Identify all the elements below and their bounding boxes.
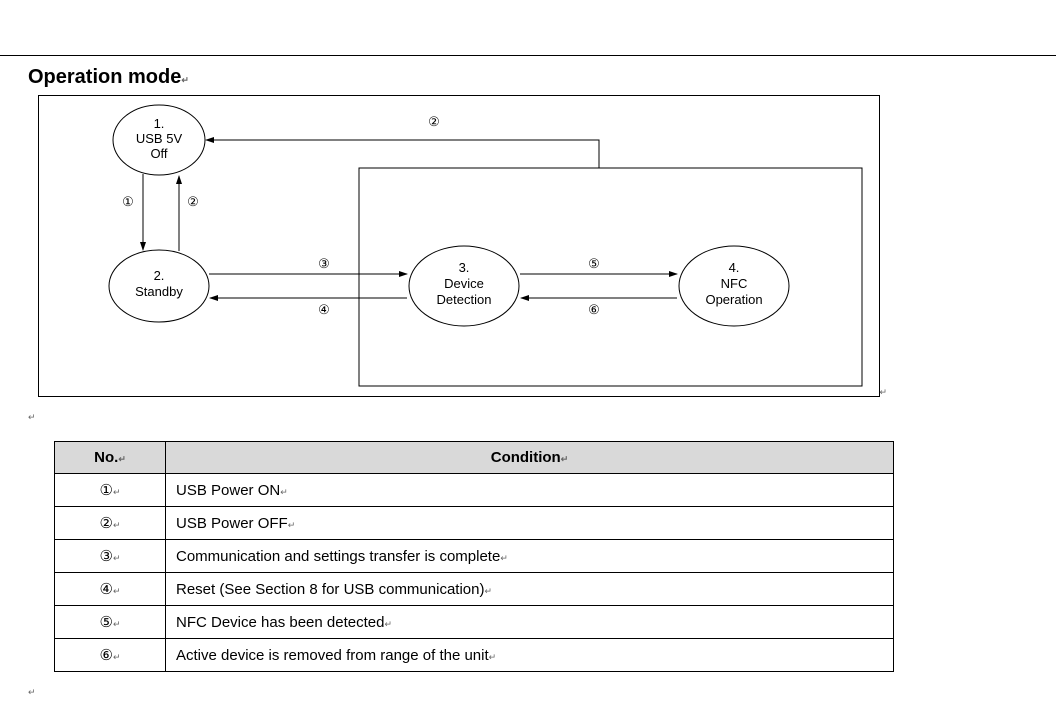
svg-text:⑤: ⑤ (588, 256, 600, 271)
node4-line1: 4. (729, 260, 740, 275)
page-content: Operation mode↵ 1. USB 5V Off 2. Standby… (0, 56, 1056, 708)
node3-line3: Detection (437, 292, 492, 307)
table-row: ③↵ Communication and settings transfer i… (55, 540, 894, 573)
row-no: ⑤ (100, 614, 113, 631)
svg-text:Off: Off (150, 146, 167, 161)
node2-line1: 2. (154, 268, 165, 283)
row-no: ④ (100, 581, 113, 598)
node3-line1: 3. (459, 260, 470, 275)
edge-label-2a: ② (187, 194, 199, 209)
svg-text:2.: 2. (154, 268, 165, 283)
carriage-return-mark: ↵ (113, 520, 121, 530)
svg-text:Detection: Detection (437, 292, 492, 307)
row-cond: USB Power ON (176, 482, 280, 499)
carriage-return-mark: ↵ (113, 487, 121, 497)
svg-text:①: ① (122, 194, 134, 209)
svg-text:③: ③ (318, 256, 330, 271)
carriage-return-mark: ↵ (384, 619, 392, 629)
carriage-return-mark: ↵ (113, 553, 121, 563)
carriage-return-mark: ↵ (500, 553, 508, 563)
edge-label-6: ⑥ (588, 302, 600, 317)
svg-text:Device: Device (444, 276, 484, 291)
header-condition: Condition (491, 449, 561, 466)
carriage-return-mark: ↵ (280, 487, 288, 497)
edge-label-3: ③ (318, 256, 330, 271)
carriage-return-mark: ↵ (879, 387, 887, 398)
row-no: ① (100, 482, 113, 499)
state-diagram: 1. USB 5V Off 2. Standby 3. Device Detec… (38, 95, 880, 397)
carriage-return-mark: ↵ (113, 619, 121, 629)
carriage-return-mark: ↵ (181, 75, 189, 85)
carriage-return-mark: ↵ (561, 454, 569, 464)
svg-text:NFC: NFC (721, 276, 748, 291)
edge-label-4: ④ (318, 302, 330, 317)
carriage-return-mark: ↵ (113, 652, 121, 662)
row-cond: Communication and settings transfer is c… (176, 548, 500, 565)
svg-text:3.: 3. (459, 260, 470, 275)
row-cond: NFC Device has been detected (176, 614, 384, 631)
carriage-return-mark: ↵ (113, 586, 121, 596)
carriage-return-mark: ↵ (118, 454, 126, 464)
edge-label-5: ⑤ (588, 256, 600, 271)
row-cond: Reset (See Section 8 for USB communicati… (176, 581, 484, 598)
svg-text:②: ② (187, 194, 199, 209)
table-row: ⑤↵ NFC Device has been detected↵ (55, 606, 894, 639)
header-no: No. (94, 449, 118, 466)
table-row: ⑥↵ Active device is removed from range o… (55, 639, 894, 672)
node1-line2: USB 5V (136, 131, 183, 146)
svg-text:1.: 1. (154, 116, 165, 131)
node2-line2: Standby (135, 284, 183, 299)
carriage-return-mark: ↵ (484, 586, 492, 596)
row-cond: USB Power OFF (176, 515, 288, 532)
node3-line2: Device (444, 276, 484, 291)
section-title: Operation mode (28, 66, 181, 88)
edge-label-1: ① (122, 194, 134, 209)
row-cond: Active device is removed from range of t… (176, 647, 489, 664)
svg-text:④: ④ (318, 302, 330, 317)
row-no: ② (100, 515, 113, 532)
condition-table-wrap: No.↵ Condition↵ ①↵ USB Power ON↵ ②↵ USB … (54, 441, 1028, 672)
row-no: ③ (100, 548, 113, 565)
carriage-return-mark: ↵ (28, 687, 36, 697)
svg-text:②: ② (428, 114, 440, 129)
edge-label-2b: ② (428, 114, 440, 129)
table-header-row: No.↵ Condition↵ (55, 442, 894, 474)
table-row: ②↵ USB Power OFF↵ (55, 507, 894, 540)
carriage-return-mark: ↵ (28, 412, 36, 422)
svg-text:USB 5V: USB 5V (136, 131, 183, 146)
svg-text:Operation: Operation (705, 292, 762, 307)
node1-line1: 1. (154, 116, 165, 131)
node4-line2: NFC (721, 276, 748, 291)
node1-line3: Off (150, 146, 167, 161)
table-row: ①↵ USB Power ON↵ (55, 474, 894, 507)
row-no: ⑥ (100, 647, 113, 664)
carriage-return-mark: ↵ (489, 652, 497, 662)
svg-text:4.: 4. (729, 260, 740, 275)
svg-text:Standby: Standby (135, 284, 183, 299)
node4-line3: Operation (705, 292, 762, 307)
svg-text:⑥: ⑥ (588, 302, 600, 317)
carriage-return-mark: ↵ (288, 520, 296, 530)
table-row: ④↵ Reset (See Section 8 for USB communic… (55, 573, 894, 606)
condition-table: No.↵ Condition↵ ①↵ USB Power ON↵ ②↵ USB … (54, 441, 894, 672)
